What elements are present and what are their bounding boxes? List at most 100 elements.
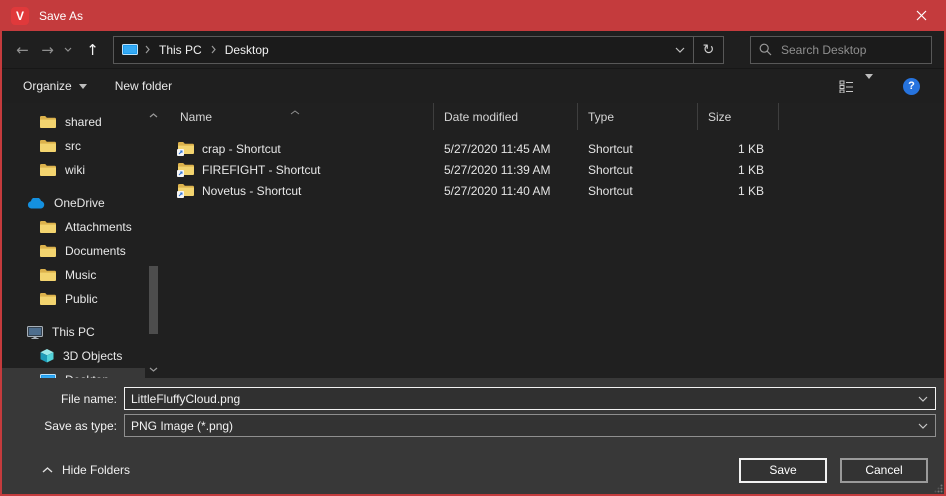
- file-name: FIREFIGHT - Shortcut: [202, 163, 320, 177]
- scrollbar-up-button[interactable]: [146, 108, 161, 122]
- sidebar-item-label: Attachments: [65, 220, 132, 234]
- column-header-size[interactable]: Size: [698, 103, 779, 130]
- sidebar-item-label: wiki: [65, 163, 85, 177]
- file-name-label: File name:: [2, 392, 124, 406]
- sidebar-item-label: This PC: [52, 325, 95, 339]
- scrollbar-down-button[interactable]: [146, 362, 161, 376]
- file-date: 5/27/2020 11:45 AM: [434, 142, 578, 156]
- forward-button[interactable]: →: [35, 37, 60, 63]
- file-row-novetus-shortcut[interactable]: Novetus - Shortcut 5/27/2020 11:40 AM Sh…: [162, 180, 944, 201]
- save-as-type-value: PNG Image (*.png): [125, 419, 911, 433]
- folder-icon: [40, 269, 56, 281]
- file-row-crap-shortcut[interactable]: crap - Shortcut 5/27/2020 11:45 AM Short…: [162, 138, 944, 159]
- sidebar-item-onedrive[interactable]: OneDrive: [2, 191, 145, 215]
- file-name-input[interactable]: [125, 392, 911, 406]
- sidebar-item-label: src: [65, 139, 81, 153]
- chevron-up-icon: [42, 467, 53, 473]
- forward-arrow-icon: →: [41, 41, 54, 59]
- cancel-button[interactable]: Cancel: [840, 458, 928, 483]
- onedrive-cloud-icon: [27, 198, 45, 209]
- recent-locations-button[interactable]: [60, 37, 76, 63]
- scrollbar-thumb[interactable]: [149, 266, 158, 334]
- 3d-cube-icon: [40, 349, 54, 363]
- sidebar-item-label: OneDrive: [54, 196, 105, 210]
- folder-shortcut-icon: [178, 163, 194, 176]
- sidebar-item-this-pc[interactable]: This PC: [2, 320, 145, 344]
- folder-shortcut-icon: [178, 184, 194, 197]
- new-folder-button[interactable]: New folder: [115, 79, 172, 93]
- sidebar-item-label: Music: [65, 268, 96, 282]
- content-area: shared src wiki OneDrive Attachments Doc…: [2, 103, 944, 380]
- up-button[interactable]: ↑: [80, 37, 105, 63]
- organize-label: Organize: [23, 79, 72, 93]
- sidebar-item-3d-objects[interactable]: 3D Objects: [2, 344, 145, 368]
- breadcrumb-desktop[interactable]: Desktop: [223, 43, 271, 57]
- help-button[interactable]: ?: [903, 78, 920, 95]
- refresh-button[interactable]: ↻: [693, 37, 723, 63]
- file-row-firefight-shortcut[interactable]: FIREFIGHT - Shortcut 5/27/2020 11:39 AM …: [162, 159, 944, 180]
- chevron-down-icon: [918, 423, 928, 429]
- column-header-name[interactable]: Name: [162, 103, 434, 130]
- shortcut-arrow-icon: [177, 149, 184, 156]
- save-button[interactable]: Save: [739, 458, 827, 483]
- views-dropdown-button[interactable]: [865, 79, 873, 93]
- file-size: 1 KB: [698, 142, 779, 156]
- column-header-type[interactable]: Type: [578, 103, 698, 130]
- refresh-icon: ↻: [703, 42, 715, 58]
- sidebar-scrollbar[interactable]: [146, 108, 161, 380]
- dropdown-triangle-icon: [865, 74, 873, 93]
- address-bar[interactable]: This PC Desktop ↻: [113, 36, 724, 64]
- save-as-type-select[interactable]: PNG Image (*.png): [124, 414, 936, 437]
- sidebar-item-label: Documents: [65, 244, 126, 258]
- sidebar-item-label: shared: [65, 115, 102, 129]
- save-as-type-dropdown-button[interactable]: [911, 415, 935, 436]
- save-as-type-label: Save as type:: [2, 419, 124, 433]
- desktop-location-icon: [122, 44, 138, 56]
- chevron-down-icon: [675, 47, 685, 53]
- file-type: Shortcut: [578, 142, 698, 156]
- sort-ascending-icon: [290, 104, 300, 118]
- sidebar-item-music[interactable]: Music: [2, 263, 145, 287]
- column-header-date-modified[interactable]: Date modified: [434, 103, 578, 130]
- sidebar-item-documents[interactable]: Documents: [2, 239, 145, 263]
- file-size: 1 KB: [698, 163, 779, 177]
- back-arrow-icon: ←: [16, 41, 29, 59]
- navigation-bar: ← → ↑ This PC Desktop ↻: [2, 31, 944, 69]
- dialog-footer: File name: Save as type: PNG Image (*.pn…: [2, 378, 944, 494]
- navigation-pane: shared src wiki OneDrive Attachments Doc…: [2, 103, 162, 380]
- folder-shortcut-icon: [178, 142, 194, 155]
- sidebar-item-src[interactable]: src: [2, 134, 145, 158]
- hide-folders-button[interactable]: Hide Folders: [42, 463, 130, 477]
- file-name-field[interactable]: [124, 387, 936, 410]
- sidebar-item-wiki[interactable]: wiki: [2, 158, 145, 182]
- search-input[interactable]: [781, 43, 923, 57]
- details-view-icon[interactable]: [839, 80, 855, 93]
- this-pc-icon: [27, 326, 43, 339]
- organize-button[interactable]: Organize: [23, 79, 87, 93]
- resize-grip[interactable]: [934, 484, 943, 493]
- file-date: 5/27/2020 11:40 AM: [434, 184, 578, 198]
- file-name: Novetus - Shortcut: [202, 184, 301, 198]
- address-dropdown-button[interactable]: [667, 37, 693, 63]
- file-name: crap - Shortcut: [202, 142, 281, 156]
- column-headers: Name Date modified Type Size: [162, 103, 944, 130]
- file-name-dropdown-button[interactable]: [911, 388, 935, 409]
- breadcrumb-this-pc[interactable]: This PC: [157, 43, 204, 57]
- close-button[interactable]: [898, 0, 944, 31]
- folder-icon: [40, 116, 56, 128]
- search-box[interactable]: [750, 36, 932, 64]
- hide-folders-label: Hide Folders: [62, 463, 130, 477]
- chevron-down-icon: [64, 47, 72, 52]
- shortcut-arrow-icon: [177, 170, 184, 177]
- vivaldi-logo-icon: V: [11, 7, 29, 25]
- sidebar-item-public[interactable]: Public: [2, 287, 145, 311]
- chevron-up-icon: [149, 113, 158, 118]
- sidebar-item-label: 3D Objects: [63, 349, 122, 363]
- breadcrumb-separator-icon: [145, 45, 150, 54]
- command-toolbar: Organize New folder ?: [2, 69, 944, 103]
- up-arrow-icon: ↑: [86, 41, 99, 59]
- sidebar-item-attachments[interactable]: Attachments: [2, 215, 145, 239]
- search-icon: [759, 43, 772, 56]
- back-button[interactable]: ←: [10, 37, 35, 63]
- sidebar-item-shared[interactable]: shared: [2, 110, 145, 134]
